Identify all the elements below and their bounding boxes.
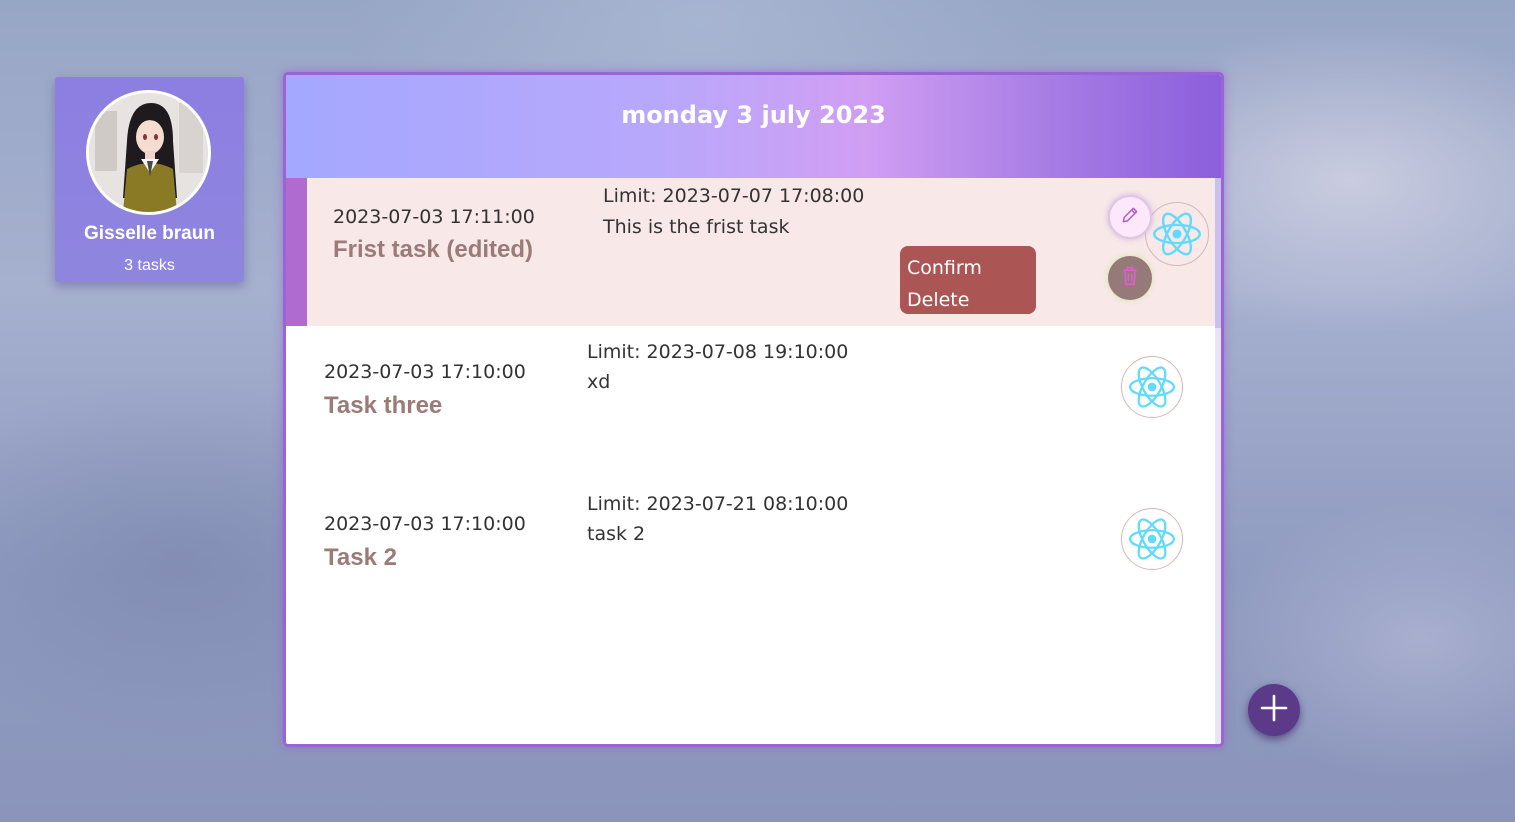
confirm-delete-label-line1: Confirm [907, 257, 982, 279]
task-title: Task 2 [324, 544, 397, 571]
task-created-date: 2023-07-03 17:10:00 [324, 361, 526, 383]
confirm-delete-button[interactable]: Confirm Delete [900, 246, 1036, 314]
task-limit: Limit: 2023-07-21 08:10:00 [587, 493, 849, 515]
task-panel: monday 3 july 2023 2023-07-03 17:11:00 F… [283, 72, 1224, 747]
task-title: Frist task (edited) [333, 236, 534, 263]
task-row[interactable]: 2023-07-03 17:10:00 Task three Limit: 20… [286, 326, 1215, 478]
profile-name: Gisselle braun [84, 223, 215, 244]
task-row[interactable]: 2023-07-03 17:10:00 Task 2 Limit: 2023-0… [286, 478, 1215, 630]
avatar [86, 90, 211, 215]
delete-button[interactable] [1108, 256, 1152, 300]
panel-header: monday 3 july 2023 [286, 75, 1221, 178]
task-title: Task three [324, 392, 443, 419]
confirm-delete-label-line2: Delete [907, 289, 970, 311]
task-row[interactable]: 2023-07-03 17:11:00 Frist task (edited) … [286, 178, 1215, 326]
task-limit: Limit: 2023-07-07 17:08:00 [603, 185, 865, 207]
plus-icon [1259, 693, 1289, 727]
task-created-date: 2023-07-03 17:11:00 [333, 206, 535, 228]
trash-icon [1120, 265, 1140, 291]
task-description: xd [587, 371, 611, 393]
react-logo-icon [1121, 356, 1183, 418]
react-logo-icon [1145, 202, 1209, 266]
pencil-icon [1120, 205, 1140, 229]
scrollbar-thumb[interactable] [1215, 178, 1221, 328]
task-description: task 2 [587, 523, 646, 545]
task-limit: Limit: 2023-07-08 19:10:00 [587, 341, 849, 363]
edit-button[interactable] [1108, 195, 1152, 239]
task-description: This is the frist task [603, 216, 790, 238]
date-title: monday 3 july 2023 [621, 101, 886, 129]
react-logo-icon [1121, 508, 1183, 570]
profile-card: Gisselle braun 3 tasks [55, 77, 244, 282]
task-created-date: 2023-07-03 17:10:00 [324, 513, 526, 535]
add-task-button[interactable] [1248, 684, 1300, 736]
task-count: 3 tasks [124, 257, 175, 274]
